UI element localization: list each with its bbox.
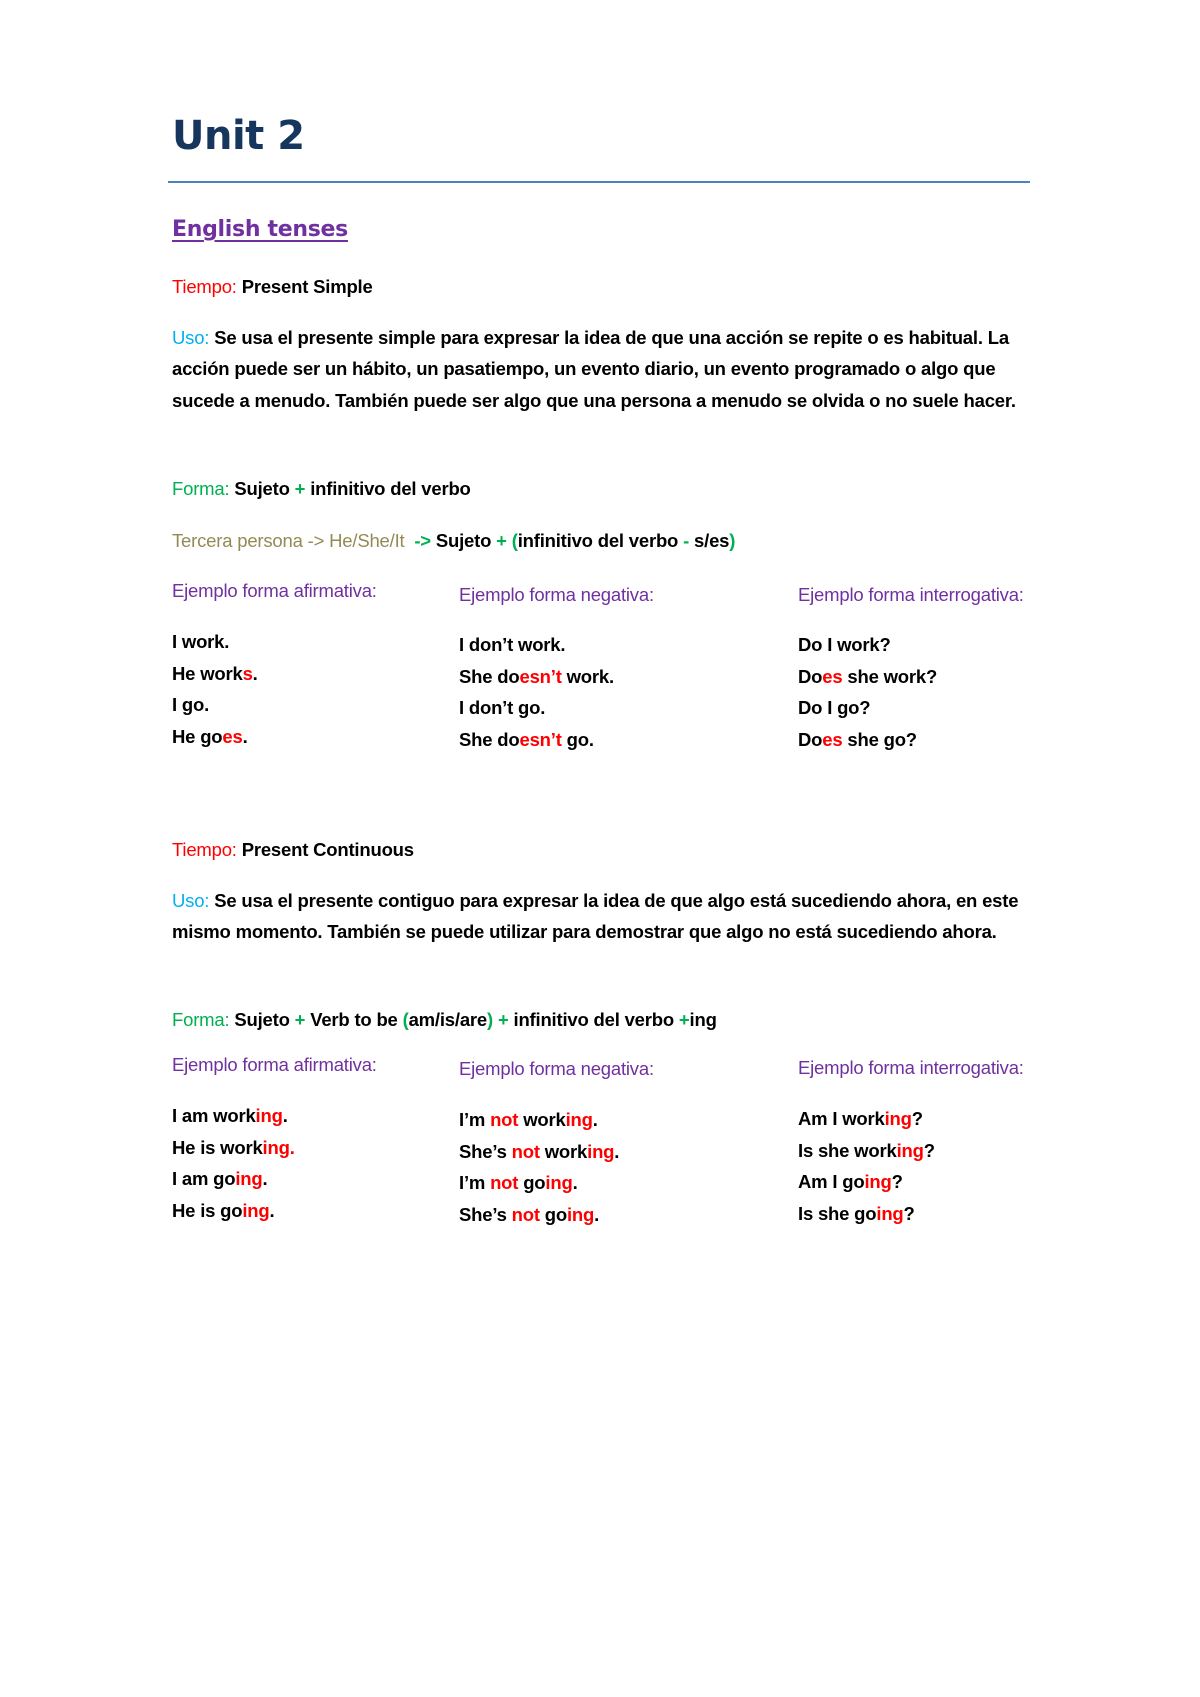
third-person-label: Tercera persona -> He/She/It <box>172 530 405 551</box>
tense-name: Present Continuous <box>241 839 414 860</box>
example-sentence: She doesn’t go. <box>459 728 594 750</box>
usage-paragraph-present-simple: Uso: Se usa el presente simple para expr… <box>172 322 1042 416</box>
example-list-affirmative: I am working. He is working. I am going.… <box>172 1100 295 1226</box>
form-plus: + <box>678 1009 690 1030</box>
example-list-negative: I don’t work. She doesn’t work. I don’t … <box>459 629 614 755</box>
page-title: Unit 2 <box>172 113 305 159</box>
example-heading-interrogative: Ejemplo forma interrogativa: <box>798 1057 1024 1078</box>
example-sentence: She’s not going. <box>459 1203 600 1225</box>
form-part: Sujeto <box>234 478 290 499</box>
third-person-line: Tercera persona -> He/She/It -> Sujeto +… <box>172 525 735 556</box>
example-sentence: Do I work? <box>798 634 891 655</box>
example-sentence: I’m not going. <box>459 1172 578 1193</box>
example-sentence: I don’t go. <box>459 697 546 718</box>
example-sentence: I work. <box>172 631 230 652</box>
example-sentence: Am I working? <box>798 1108 923 1129</box>
form-plus: + <box>496 530 507 551</box>
example-heading-interrogative: Ejemplo forma interrogativa: <box>798 584 1024 605</box>
tense-line-present-simple: Tiempo: Present Simple <box>172 271 373 302</box>
example-heading-negative: Ejemplo forma negativa: <box>459 584 654 605</box>
example-sentence: He is working. <box>172 1136 295 1158</box>
example-heading-affirmative: Ejemplo forma afirmativa: <box>172 1054 377 1075</box>
form-line-present-simple: Forma: Sujeto + infinitivo del verbo <box>172 473 471 504</box>
form-plus: + <box>294 478 306 499</box>
form-dash: - <box>683 530 690 551</box>
uso-label: Uso: <box>172 327 210 348</box>
example-sentence: He works. <box>172 662 258 684</box>
form-part: Verb to be <box>310 1009 398 1030</box>
example-sentence: Do I go? <box>798 697 871 718</box>
example-sentence: She doesn’t work. <box>459 665 614 687</box>
usage-paragraph-present-continuous: Uso: Se usa el presente contiguo para ex… <box>172 885 1042 948</box>
form-part: s/es <box>694 530 730 551</box>
example-sentence: I am working. <box>172 1105 288 1126</box>
form-part: infinitivo del verbo <box>513 1009 675 1030</box>
form-line-present-continuous: Forma: Sujeto + Verb to be (am/is/are) +… <box>172 1004 717 1035</box>
example-list-interrogative: Am I working? Is she working? Am I going… <box>798 1103 935 1229</box>
document-page: Unit 2 English tenses Tiempo: Present Si… <box>0 0 1200 1697</box>
form-part: infinitivo del verbo <box>517 530 679 551</box>
example-sentence: He is going. <box>172 1199 275 1221</box>
uso-text: Se usa el presente contiguo para expresa… <box>172 890 1019 943</box>
title-divider <box>168 181 1030 183</box>
example-list-negative: I’m not working. She’s not working. I’m … <box>459 1104 619 1230</box>
example-sentence: I don’t work. <box>459 634 566 655</box>
forma-label: Forma: <box>172 1009 230 1030</box>
form-part: infinitivo del verbo <box>310 478 471 499</box>
example-sentence: Is she going? <box>798 1202 915 1224</box>
example-sentence: Is she working? <box>798 1139 935 1161</box>
example-sentence: Am I going? <box>798 1171 903 1192</box>
example-sentence: She’s not working. <box>459 1140 620 1162</box>
section-heading: English tenses <box>172 217 348 242</box>
forma-label: Forma: <box>172 478 230 499</box>
tense-line-present-continuous: Tiempo: Present Continuous <box>172 834 414 865</box>
example-sentence: Does she go? <box>798 728 917 750</box>
example-list-interrogative: Do I work? Does she work? Do I go? Does … <box>798 629 937 755</box>
tense-name: Present Simple <box>241 276 373 297</box>
form-plus: + <box>294 1009 306 1030</box>
example-heading-affirmative: Ejemplo forma afirmativa: <box>172 580 377 601</box>
arrow-symbol: -> <box>414 530 431 551</box>
close-paren: ) <box>487 1009 493 1030</box>
form-part: Sujeto <box>435 530 492 551</box>
form-part: am/is/are <box>408 1009 488 1030</box>
uso-text: Se usa el presente simple para expresar … <box>172 327 1016 411</box>
uso-label: Uso: <box>172 890 210 911</box>
example-heading-negative: Ejemplo forma negativa: <box>459 1058 654 1079</box>
example-sentence: I am going. <box>172 1168 268 1189</box>
example-sentence: Does she work? <box>798 665 938 687</box>
form-part: ing <box>689 1009 717 1030</box>
tiempo-label: Tiempo: <box>172 839 237 860</box>
close-paren: ) <box>729 530 736 551</box>
example-sentence: I go. <box>172 694 210 715</box>
form-plus: + <box>497 1009 509 1030</box>
example-sentence: He goes. <box>172 725 248 747</box>
example-sentence: I’m not working. <box>459 1109 598 1130</box>
tiempo-label: Tiempo: <box>172 276 237 297</box>
example-list-affirmative: I work. He works. I go. He goes. <box>172 626 258 752</box>
form-part: Sujeto <box>234 1009 290 1030</box>
